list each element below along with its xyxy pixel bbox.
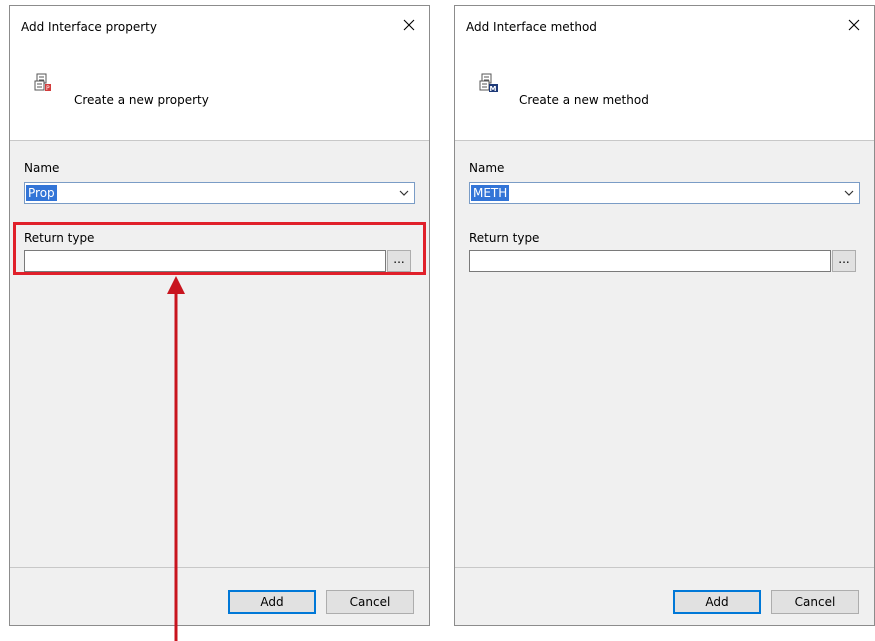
- add-button[interactable]: Add: [228, 590, 316, 614]
- chevron-down-icon[interactable]: [844, 189, 854, 197]
- return-type-highlight-box: [13, 222, 426, 275]
- name-value[interactable]: METH: [471, 185, 510, 201]
- dialog-title: Add Interface method: [466, 20, 597, 34]
- name-combobox[interactable]: Prop: [24, 182, 415, 204]
- return-type-label: Return type: [469, 231, 540, 245]
- name-label: Name: [469, 161, 505, 175]
- title-bar: Add Interface method: [455, 6, 874, 46]
- annotation-arrow-icon: [167, 276, 185, 641]
- button-bar: Add Cancel: [455, 567, 874, 625]
- dialog-subtitle: Create a new property: [74, 93, 209, 107]
- svg-text:M: M: [490, 85, 497, 93]
- close-button[interactable]: [834, 6, 874, 44]
- return-type-input[interactable]: [469, 250, 831, 272]
- name-combobox[interactable]: METH: [469, 182, 860, 204]
- add-interface-property-dialog: Add Interface property P Create a new pr…: [9, 5, 430, 626]
- dialog-subtitle: Create a new method: [519, 93, 649, 107]
- close-button[interactable]: [389, 6, 429, 44]
- add-interface-method-dialog: Add Interface method M Create a new meth…: [454, 5, 875, 626]
- name-value[interactable]: Prop: [26, 185, 57, 201]
- form-panel: Name METH Return type ...: [455, 140, 874, 568]
- add-button[interactable]: Add: [673, 590, 761, 614]
- close-icon: [848, 19, 860, 31]
- property-icon: P: [34, 73, 51, 92]
- form-panel: Name Prop Return type ...: [10, 140, 429, 568]
- button-bar: Add Cancel: [10, 567, 429, 625]
- name-label: Name: [24, 161, 60, 175]
- browse-button[interactable]: ...: [832, 250, 856, 272]
- method-icon: M: [479, 73, 498, 93]
- cancel-button[interactable]: Cancel: [326, 590, 414, 614]
- close-icon: [403, 19, 415, 31]
- cancel-button[interactable]: Cancel: [771, 590, 859, 614]
- title-bar: Add Interface property: [10, 6, 429, 46]
- dialog-title: Add Interface property: [21, 20, 157, 34]
- svg-text:P: P: [46, 85, 50, 92]
- chevron-down-icon[interactable]: [399, 189, 409, 197]
